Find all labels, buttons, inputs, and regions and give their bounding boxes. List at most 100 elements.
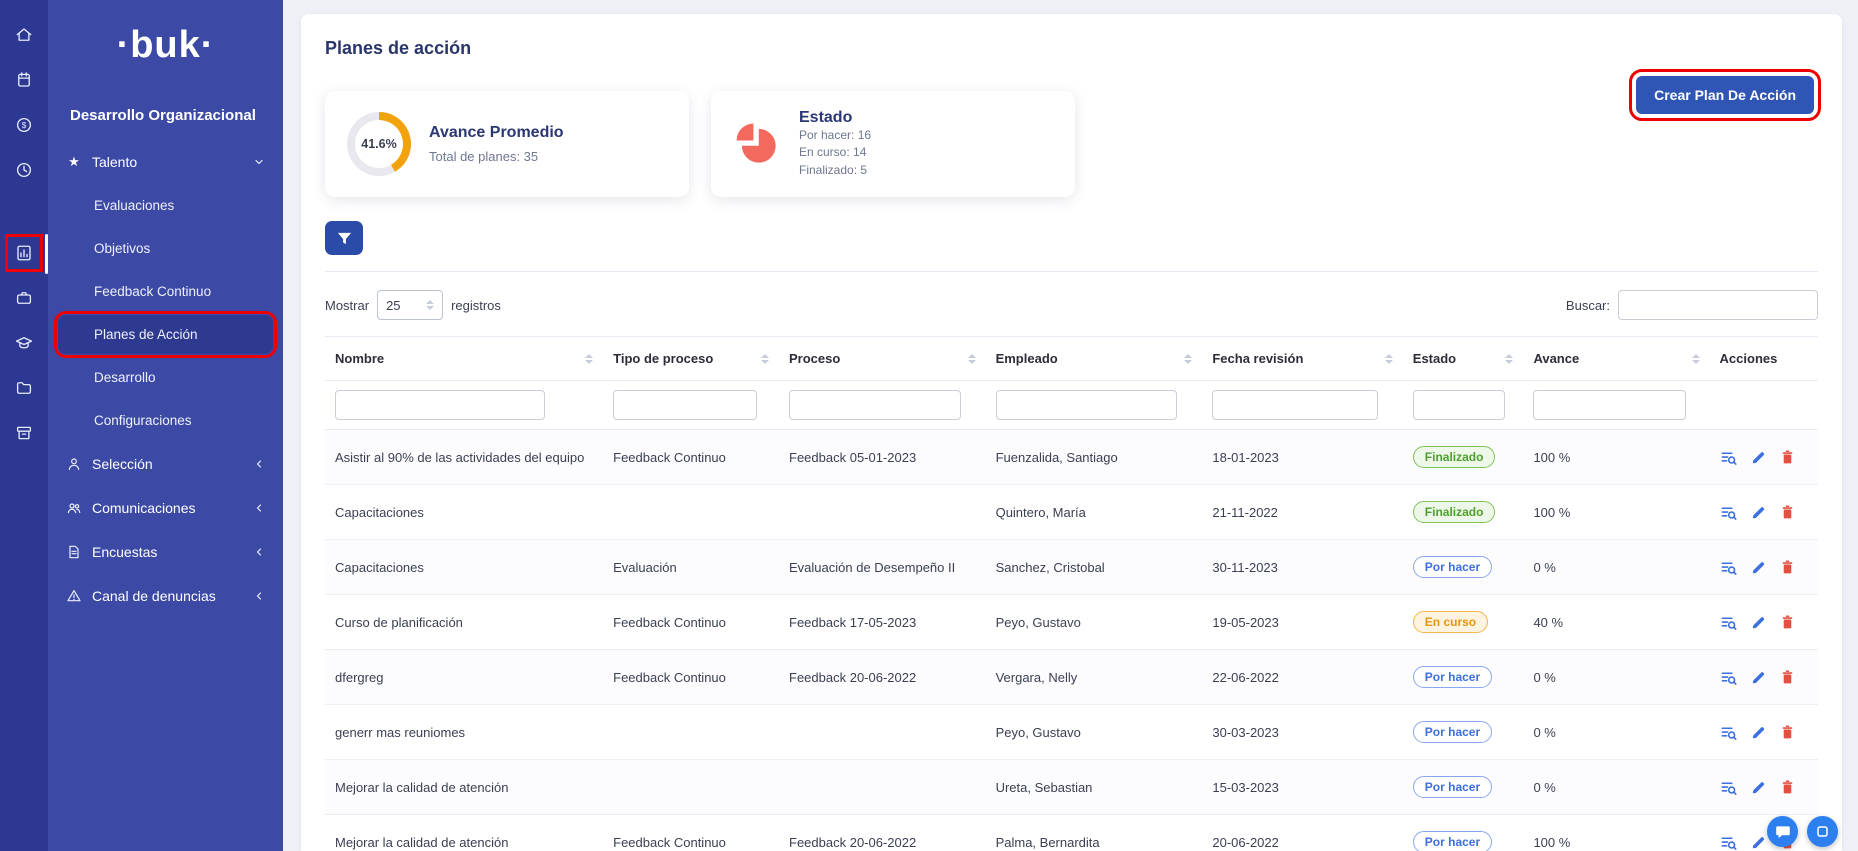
edit-button[interactable] xyxy=(1751,450,1766,465)
view-details-button[interactable] xyxy=(1720,669,1737,686)
view-details-button[interactable] xyxy=(1720,834,1737,851)
pencil-icon xyxy=(1751,450,1766,465)
money-icon[interactable]: $ xyxy=(0,114,48,136)
filter-input-proceso[interactable] xyxy=(789,390,961,420)
table-body: Asistir al 90% de las actividades del eq… xyxy=(325,430,1818,851)
status-badge: Finalizado xyxy=(1413,446,1496,468)
cell-estado: Por hacer xyxy=(1403,705,1524,760)
cell-empleado: Peyo, Gustavo xyxy=(986,705,1203,760)
home-icon[interactable] xyxy=(0,24,48,46)
edit-button[interactable] xyxy=(1751,835,1766,850)
view-details-button[interactable] xyxy=(1720,614,1737,631)
cell-estado: Por hacer xyxy=(1403,650,1524,705)
header-avance[interactable]: Avance xyxy=(1523,337,1709,381)
sidebar-item-configuraciones[interactable]: Configuraciones xyxy=(58,401,273,440)
view-details-button[interactable] xyxy=(1720,504,1737,521)
cell-proceso: Feedback 20-06-2022 xyxy=(779,650,986,705)
sidebar-item-talento[interactable]: ★ Talento xyxy=(48,140,283,184)
view-details-button[interactable] xyxy=(1720,724,1737,741)
cell-proceso: Feedback 17-05-2023 xyxy=(779,595,986,650)
edit-button[interactable] xyxy=(1751,615,1766,630)
card-title: Estado xyxy=(799,109,871,127)
edit-button[interactable] xyxy=(1751,725,1766,740)
delete-button[interactable] xyxy=(1780,559,1795,575)
cell-fecha-revision: 21-11-2022 xyxy=(1202,485,1402,540)
edit-button[interactable] xyxy=(1751,505,1766,520)
create-action-plan-button[interactable]: Crear Plan De Acción xyxy=(1636,76,1814,114)
cell-avance: 100 % xyxy=(1523,485,1709,540)
filter-input-nombre[interactable] xyxy=(335,390,545,420)
warning-triangle-icon xyxy=(66,588,82,604)
clock-icon[interactable] xyxy=(0,159,48,181)
page-title: Planes de acción xyxy=(325,38,1818,59)
funnel-icon xyxy=(336,230,353,247)
sidebar-item-planes-de-accion[interactable]: Planes de Acción xyxy=(58,315,273,354)
chevron-down-icon xyxy=(253,156,265,168)
table-row: Curso de planificación Feedback Continuo… xyxy=(325,595,1818,650)
cell-empleado: Sanchez, Cristobal xyxy=(986,540,1203,595)
delete-button[interactable] xyxy=(1780,504,1795,520)
sidebar-item-desarrollo[interactable]: Desarrollo xyxy=(58,358,273,397)
filter-input-fecha-revision[interactable] xyxy=(1212,390,1378,420)
cell-avance: 0 % xyxy=(1523,705,1709,760)
sidebar-item-objetivos[interactable]: Objetivos xyxy=(58,229,273,268)
buk-logo[interactable]: ·buk· xyxy=(48,0,283,67)
edit-button[interactable] xyxy=(1751,560,1766,575)
pie-chart-icon xyxy=(733,120,781,168)
edit-button[interactable] xyxy=(1751,780,1766,795)
briefcase-icon[interactable] xyxy=(0,287,48,309)
view-details-button[interactable] xyxy=(1720,779,1737,796)
pencil-icon xyxy=(1751,725,1766,740)
header-nombre[interactable]: Nombre xyxy=(325,337,603,381)
filter-input-avance[interactable] xyxy=(1533,390,1686,420)
page-size-select[interactable]: 25 xyxy=(377,290,443,320)
header-estado[interactable]: Estado xyxy=(1403,337,1524,381)
main-content: Planes de acción Crear Plan De Acción 41… xyxy=(283,0,1858,851)
content-panel: Planes de acción Crear Plan De Acción 41… xyxy=(301,14,1842,851)
chat-button[interactable] xyxy=(1767,816,1798,847)
sidebar-item-canal-denuncias[interactable]: Canal de denuncias xyxy=(48,574,283,618)
cell-estado: Por hacer xyxy=(1403,760,1524,815)
delete-button[interactable] xyxy=(1780,724,1795,740)
delete-button[interactable] xyxy=(1780,614,1795,630)
header-empleado[interactable]: Empleado xyxy=(986,337,1203,381)
table-controls: Mostrar 25 registros Buscar: xyxy=(325,290,1818,320)
sidebar-item-seleccion[interactable]: Selección xyxy=(48,442,283,486)
header-fecha-revision[interactable]: Fecha revisión xyxy=(1202,337,1402,381)
edit-button[interactable] xyxy=(1751,670,1766,685)
folder-icon[interactable] xyxy=(0,377,48,399)
sidebar-item-evaluaciones[interactable]: Evaluaciones xyxy=(58,186,273,225)
delete-button[interactable] xyxy=(1780,779,1795,795)
delete-button[interactable] xyxy=(1780,449,1795,465)
table-row: Mejorar la calidad de atención Feedback … xyxy=(325,815,1818,851)
cell-empleado: Fuenzalida, Santiago xyxy=(986,430,1203,485)
delete-button[interactable] xyxy=(1780,669,1795,685)
evaluations-icon[interactable] xyxy=(0,242,48,264)
cell-proceso xyxy=(779,760,986,815)
view-details-button[interactable] xyxy=(1720,559,1737,576)
search-input[interactable] xyxy=(1618,290,1818,320)
chevron-left-icon xyxy=(253,458,265,470)
filter-input-empleado[interactable] xyxy=(996,390,1177,420)
cell-avance: 40 % xyxy=(1523,595,1709,650)
header-proceso[interactable]: Proceso xyxy=(779,337,986,381)
table-row: Capacitaciones Quintero, María 21-11-202… xyxy=(325,485,1818,540)
cell-empleado: Vergara, Nelly xyxy=(986,650,1203,705)
filter-button[interactable] xyxy=(325,221,363,255)
education-icon[interactable] xyxy=(0,332,48,354)
calendar-icon[interactable] xyxy=(0,69,48,91)
header-tipo-proceso[interactable]: Tipo de proceso xyxy=(603,337,779,381)
widget-button[interactable] xyxy=(1807,816,1838,847)
filter-input-tipo-proceso[interactable] xyxy=(613,390,756,420)
sidebar-item-encuestas[interactable]: Encuestas xyxy=(48,530,283,574)
filter-input-estado[interactable] xyxy=(1413,390,1506,420)
cell-proceso xyxy=(779,705,986,760)
cell-fecha-revision: 19-05-2023 xyxy=(1202,595,1402,650)
sort-icon xyxy=(960,354,976,364)
status-badge: Por hacer xyxy=(1413,556,1492,578)
sidebar-item-comunicaciones[interactable]: Comunicaciones xyxy=(48,486,283,530)
view-details-button[interactable] xyxy=(1720,449,1737,466)
archive-icon[interactable] xyxy=(0,422,48,444)
sidebar-item-feedback-continuo[interactable]: Feedback Continuo xyxy=(58,272,273,311)
table-header-row: Nombre Tipo de proceso Proceso Empleado … xyxy=(325,337,1818,381)
